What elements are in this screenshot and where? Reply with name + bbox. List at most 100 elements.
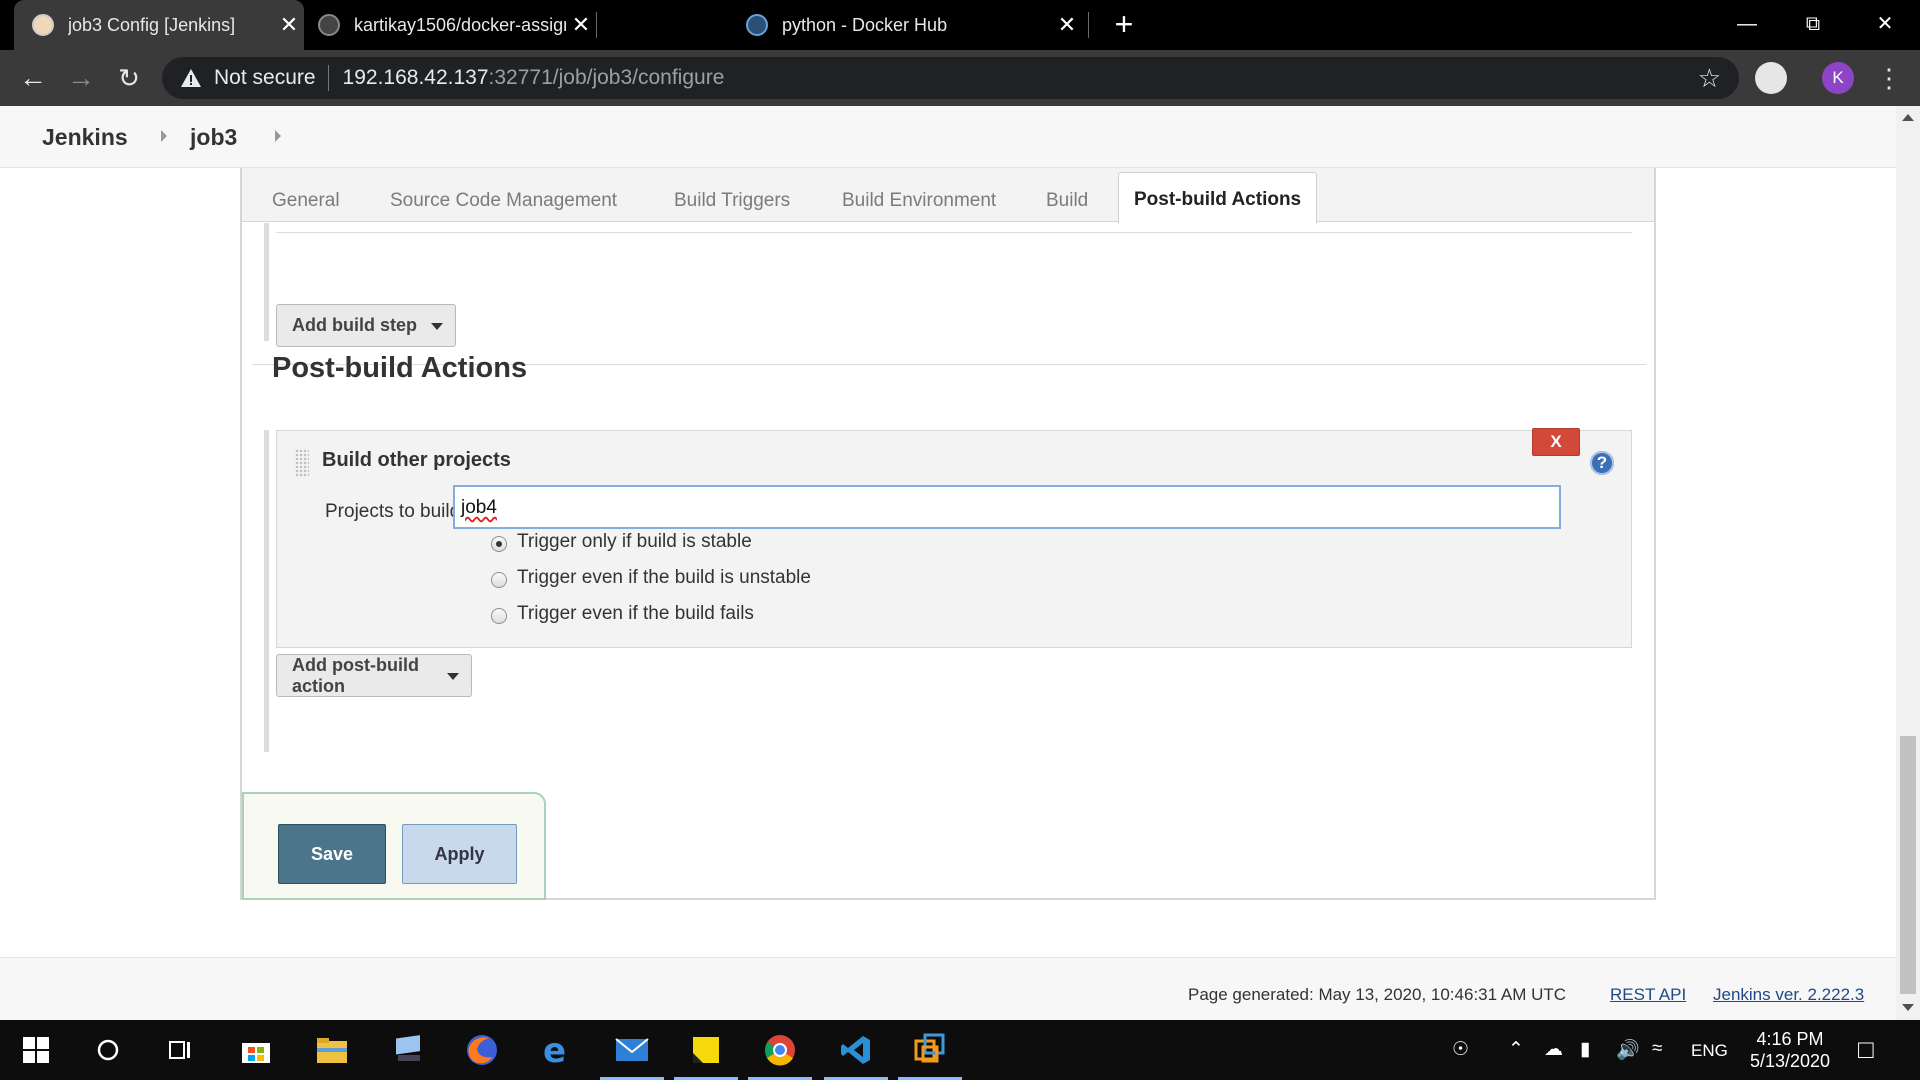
volume-icon[interactable]: 🔊 (1616, 1038, 1640, 1062)
minimize-icon[interactable]: — (1724, 6, 1770, 42)
tab-title: python - Docker Hub (782, 14, 948, 35)
tab-close-icon[interactable]: ✕ (566, 12, 596, 38)
browser-menu-icon[interactable]: ⋮ (1876, 62, 1902, 94)
restore-icon[interactable]: ⧉ (1790, 6, 1836, 42)
radio-trigger-unstable[interactable]: Trigger even if the build is unstable (491, 567, 811, 589)
add-post-build-action-label: Add post-build action (292, 654, 419, 696)
browser-tab-github[interactable]: kartikay1506/docker-assignment ✕ (312, 0, 596, 50)
language-indicator[interactable]: ENG (1691, 1041, 1728, 1061)
tab-close-icon[interactable]: ✕ (274, 12, 304, 38)
sticky-notes-icon[interactable] (674, 1030, 738, 1080)
svg-text:e: e (543, 1034, 566, 1066)
taskbar-clock[interactable]: 4:16 PM 5/13/2020 (1740, 1028, 1840, 1072)
address-bar[interactable]: Not secure 192.168.42.137 :32771/job/job… (162, 57, 1739, 99)
breadcrumb-arrow-icon[interactable] (161, 130, 167, 142)
jenkins-page: Jenkins job3 General Source Code Managem… (0, 106, 1920, 1020)
reload-icon[interactable]: ↻ (110, 59, 148, 97)
docker-favicon-icon (746, 14, 768, 36)
new-tab-button[interactable]: + (1106, 6, 1142, 42)
projects-to-build-input[interactable]: job4 (453, 485, 1561, 529)
breadcrumb-jenkins[interactable]: Jenkins (42, 124, 128, 151)
breadcrumb: Jenkins job3 (0, 106, 1896, 168)
radio-label: Trigger only if build is stable (517, 531, 752, 552)
page-scrollbar[interactable] (1896, 106, 1920, 1020)
breadcrumb-arrow-icon[interactable] (275, 130, 281, 142)
window-close-icon[interactable]: ✕ (1862, 6, 1908, 42)
jenkins-version-link[interactable]: Jenkins ver. 2.222.3 (1713, 985, 1864, 1005)
microsoft-store-icon[interactable] (236, 1030, 276, 1070)
tab-source-code-management[interactable]: Source Code Management (390, 190, 617, 212)
tab-title: job3 Config [Jenkins] (68, 14, 236, 35)
config-tabs: General Source Code Management Build Tri… (242, 168, 1654, 224)
config-panel: General Source Code Management Build Tri… (240, 168, 1656, 900)
apply-button[interactable]: Apply (402, 824, 517, 884)
virtualbox-icon[interactable] (388, 1030, 428, 1070)
add-build-step-button[interactable]: Add build step (276, 304, 456, 347)
tab-post-build-actions[interactable]: Post-build Actions (1118, 172, 1318, 224)
forward-arrow-icon[interactable]: → (62, 59, 100, 97)
scroll-down-arrow-icon[interactable] (1902, 1004, 1914, 1011)
extension-icon[interactable] (1755, 62, 1787, 94)
rest-api-link[interactable]: REST API (1610, 985, 1686, 1005)
projects-to-build-label: Projects to build (325, 501, 461, 522)
radio-selected-icon[interactable] (491, 536, 507, 552)
edge-icon[interactable]: e (536, 1030, 576, 1070)
chrome-icon[interactable] (748, 1030, 812, 1080)
add-post-build-action-button[interactable]: Add post-build action (276, 654, 472, 697)
delete-action-button[interactable]: X (1532, 428, 1580, 456)
tab-general[interactable]: General (272, 190, 340, 212)
vscode-icon[interactable] (824, 1030, 888, 1080)
tab-close-icon[interactable]: ✕ (1052, 12, 1082, 38)
form-button-bar: Save Apply (242, 792, 546, 900)
people-icon[interactable]: ☉ (1452, 1038, 1469, 1061)
add-build-step-label: Add build step (292, 315, 417, 335)
browser-tab-jenkins[interactable]: job3 Config [Jenkins] ✕ (14, 0, 304, 50)
radio-label: Trigger even if the build fails (517, 603, 754, 624)
show-hidden-icons-chevron-icon[interactable]: ⌃ (1508, 1038, 1524, 1061)
windows-start-icon[interactable] (16, 1030, 56, 1070)
profile-avatar[interactable]: K (1822, 62, 1854, 94)
wifi-icon[interactable]: ≈ (1652, 1038, 1662, 1060)
save-button[interactable]: Save (278, 824, 386, 884)
battery-icon[interactable]: ▮ (1580, 1038, 1590, 1061)
tab-separator (1088, 12, 1089, 38)
browser-tab-bar: job3 Config [Jenkins] ✕ kartikay1506/doc… (0, 0, 1920, 50)
bookmark-star-icon[interactable]: ☆ (1698, 63, 1721, 94)
tab-build-triggers[interactable]: Build Triggers (674, 190, 790, 212)
file-explorer-icon[interactable] (312, 1030, 352, 1070)
onedrive-cloud-icon[interactable]: ☁ (1544, 1038, 1563, 1061)
search-circle-icon[interactable] (88, 1030, 128, 1070)
tab-build[interactable]: Build (1046, 190, 1088, 212)
radio-trigger-fails[interactable]: Trigger even if the build fails (491, 603, 754, 625)
warning-triangle-icon (181, 69, 201, 87)
tab-build-environment[interactable]: Build Environment (842, 190, 996, 212)
radio-trigger-stable[interactable]: Trigger only if build is stable (491, 531, 752, 553)
security-label[interactable]: Not secure (214, 66, 316, 90)
post-build-section-bar (264, 430, 269, 752)
back-arrow-icon[interactable]: ← (14, 59, 52, 97)
build-step-border (276, 232, 1632, 233)
breadcrumb-job3[interactable]: job3 (190, 124, 237, 151)
help-icon[interactable]: ? (1590, 451, 1614, 475)
dropdown-caret-icon (447, 673, 459, 680)
clock-time: 4:16 PM (1756, 1029, 1824, 1049)
radio-label: Trigger even if the build is unstable (517, 567, 811, 588)
jenkins-favicon-icon (32, 14, 54, 36)
url-path: :32771/job/job3/configure (488, 66, 725, 89)
task-view-icon[interactable] (160, 1030, 200, 1070)
radio-unselected-icon[interactable] (491, 572, 507, 588)
firefox-icon[interactable] (462, 1030, 502, 1070)
dropdown-caret-icon (431, 323, 443, 330)
action-center-icon[interactable]: □ (1858, 1034, 1874, 1065)
clock-date: 5/13/2020 (1749, 1051, 1831, 1071)
post-build-title: Post-build Actions (272, 352, 528, 384)
browser-tab-dockerhub[interactable]: python - Docker Hub ✕ (604, 0, 1082, 50)
radio-unselected-icon[interactable] (491, 608, 507, 624)
drag-handle-icon[interactable] (295, 449, 309, 477)
tab-separator (596, 12, 597, 38)
scrollbar-thumb[interactable] (1900, 736, 1916, 994)
mail-icon[interactable] (600, 1030, 664, 1080)
github-favicon-icon (318, 14, 340, 36)
vmware-icon[interactable] (898, 1030, 962, 1080)
scroll-up-arrow-icon[interactable] (1902, 114, 1914, 121)
